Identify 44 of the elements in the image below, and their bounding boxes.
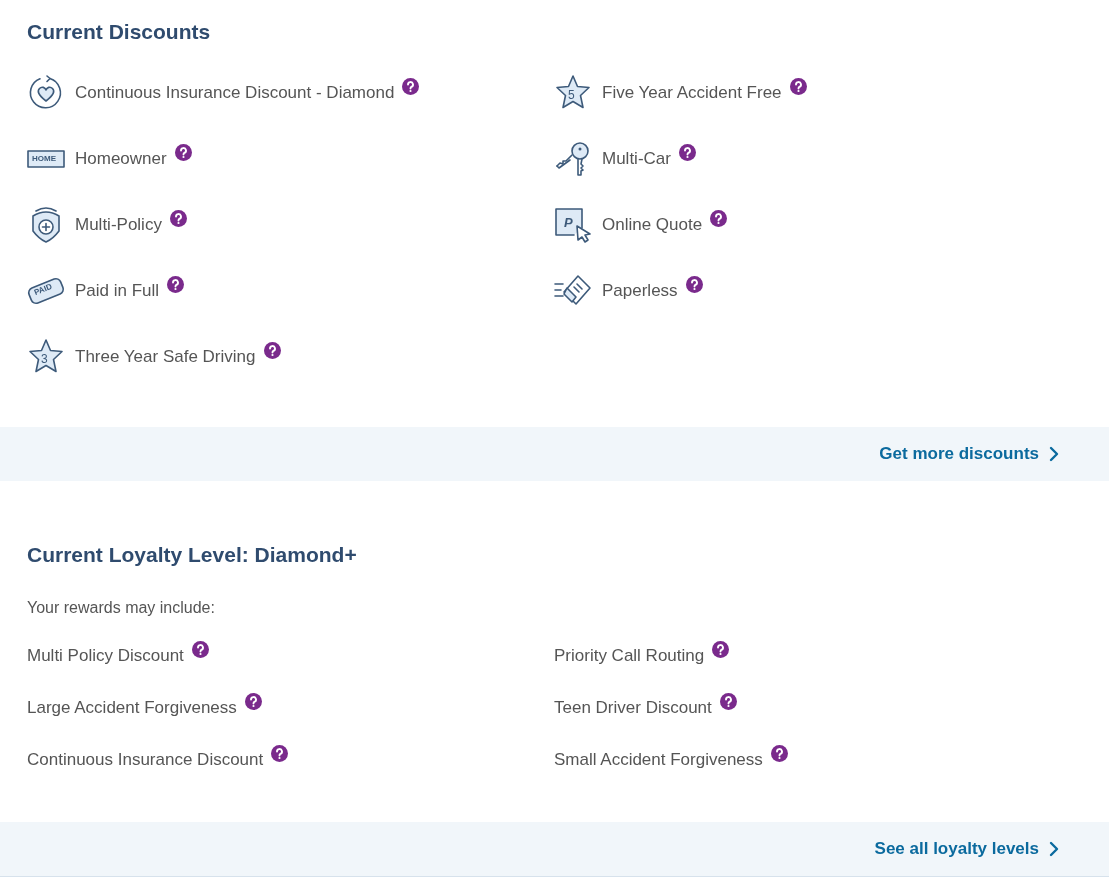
icon-label: HOME [32,154,56,163]
help-icon[interactable] [712,641,730,658]
help-icon[interactable] [719,693,737,710]
help-icon[interactable] [167,276,185,293]
help-icon[interactable] [263,342,281,359]
reward-label: Large Accident Forgiveness [27,696,237,719]
section-title: Current Loyalty Level: Diamond+ [27,541,358,568]
section-title: Current Discounts [27,19,212,45]
link[interactable]: See all loyalty levels [874,836,1059,862]
discount-label: Multi-Policy [75,213,162,236]
help-icon[interactable] [789,78,807,95]
discount-label: Paperless [602,279,678,302]
icon-label: 5 [568,88,575,101]
reward-label: Teen Driver Discount [554,696,712,719]
help-icon[interactable] [191,641,209,658]
discount-label: Homeowner [75,147,167,170]
reward-label: Multi Policy Discount [27,644,184,667]
cursor-window-icon [554,205,592,244]
help-icon[interactable] [770,745,788,762]
help-icon[interactable] [271,745,289,762]
chevron-icon [1049,445,1059,462]
icon-label: P [564,215,573,229]
discount-label: Continuous Insurance Discount - Diamond [75,81,395,104]
chevron-icon [1049,841,1059,857]
reward-label: Small Accident Forgiveness [554,748,763,771]
link[interactable]: Get more discounts [879,440,1059,467]
icon-label: 3 [41,352,48,365]
discount-label: Three Year Safe Driving [75,345,256,368]
discount-label: Paid in Full [75,279,160,302]
help-icon[interactable] [678,144,696,161]
reward-label: Continuous Insurance Discount [27,748,264,771]
discount-label: Online Quote [602,213,703,236]
help-icon[interactable] [244,693,262,710]
help-icon[interactable] [174,144,192,161]
icon-label: PAID [33,282,54,297]
discount-label: Multi-Car [602,147,671,170]
help-icon[interactable] [169,210,187,227]
help-icon[interactable] [685,276,703,293]
subtitle: Your rewards may include: [27,598,216,618]
help-icon[interactable] [710,210,728,227]
discount-label: Five Year Accident Free [602,81,782,104]
help-icon[interactable] [402,78,420,95]
reward-label: Priority Call Routing [554,644,705,667]
keys-icon [554,139,592,178]
